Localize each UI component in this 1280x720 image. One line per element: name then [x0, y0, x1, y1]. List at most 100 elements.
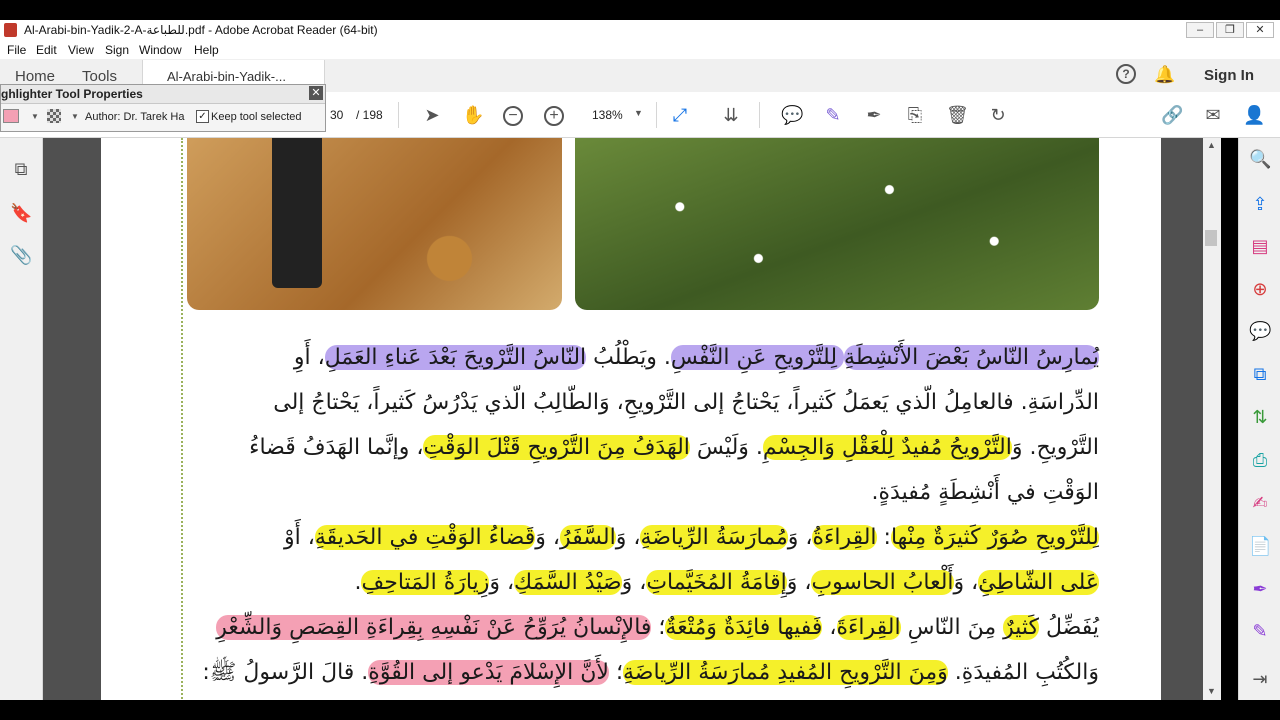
window-title: Al-Arabi-bin-Yadik-2-A-للطباعة.pdf - Ado… [24, 23, 378, 37]
create-pdf-icon[interactable]: ⊕ [1249, 278, 1271, 300]
compress-icon[interactable]: ⇅ [1249, 406, 1271, 428]
author-label: Author: Dr. Tarek Ha [85, 111, 185, 123]
scroll-down-arrow-icon[interactable]: ▼ [1207, 686, 1216, 696]
menu-bar: File Edit View Sign Window Help [0, 40, 1280, 59]
text-segment: ، وَ [621, 570, 647, 595]
scroll-mode-icon[interactable]: ⇊ [720, 104, 742, 126]
zoom-out-icon[interactable]: − [503, 106, 523, 126]
fill-sign-icon[interactable]: ✍ [1249, 492, 1271, 514]
highlighted-text: وَمِنَ التَّرْويحِ المُفيدِ مُمارَسَةُ ا… [622, 660, 948, 685]
menu-help[interactable]: Help [194, 43, 219, 57]
notification-bell-icon[interactable]: 🔔 [1154, 64, 1176, 86]
color-swatch[interactable] [3, 109, 19, 123]
email-icon[interactable]: ✉ [1202, 104, 1224, 126]
menu-sign[interactable]: Sign [105, 43, 129, 57]
stamp-icon[interactable]: ⎘ [904, 104, 926, 126]
highlighted-text: يُمارِسُ النّاسُ بَعْضَ الأَنْشِطَةِ [844, 345, 1099, 370]
tab-tools[interactable]: Tools [82, 68, 117, 85]
fit-page-icon[interactable]: ⤢ [669, 104, 691, 126]
highlighted-text: صَيْدُ السَّمَكِ [514, 570, 622, 595]
text-line: التَّرْويحِ. وَالتَّرْويحُ مُفيدٌ لِلْعَ… [187, 425, 1099, 470]
text-segment: ، وَ [786, 570, 812, 595]
draw-pen-icon[interactable]: ✒ [863, 104, 885, 126]
close-window-button[interactable]: ✕ [1246, 22, 1274, 38]
tab-home[interactable]: Home [15, 68, 55, 85]
text-segment: ، وَ [787, 525, 813, 550]
more-tools-icon[interactable]: ✎ [1249, 620, 1271, 642]
help-icon[interactable]: ? [1116, 64, 1136, 84]
highlighted-text: الهَدَفُ مِنَ التَّرْويحِ قَتْلَ الوَقْت… [423, 435, 690, 460]
add-user-icon[interactable]: 👤 [1243, 104, 1265, 126]
highlighted-text: عَلى الشّاطِئِ [978, 570, 1099, 595]
zoom-in-icon[interactable]: + [544, 106, 564, 126]
page-thumbnails-icon[interactable]: ⧉ [10, 158, 32, 180]
bookmark-icon[interactable]: 🔖 [10, 202, 32, 224]
highlighted-text: لأَنَّ الإِسْلامَ يَدْعو إلى القُوَّةِ [368, 660, 609, 685]
document-viewport[interactable]: يُمارِسُ النّاسُ بَعْضَ الأَنْشِطَةِ لِل… [43, 138, 1221, 700]
menu-file[interactable]: File [7, 43, 26, 57]
text-segment: ، [822, 615, 837, 640]
collapse-right-panel-icon[interactable]: ⇥ [1249, 668, 1271, 690]
select-pointer-icon[interactable]: ➤ [421, 104, 443, 126]
photo-daisy-field [575, 138, 1099, 310]
hand-tool-icon[interactable]: ✋ [462, 104, 484, 126]
maximize-button[interactable]: ❐ [1216, 22, 1244, 38]
text-segment: الوَقْتِ في أَنْشِطَةٍ مُفيدَةٍ. [871, 480, 1099, 505]
text-segment: . وَلَيْسَ [689, 435, 763, 460]
highlighted-text: السَّفَرُ [560, 525, 616, 550]
scan-icon[interactable]: ⎙ [1249, 449, 1271, 471]
text-line: لِلتَّرْويحِ صُوَرٌ كَثيرَةٌ مِنْها: الق… [187, 515, 1099, 560]
text-segment: ، وإنَّما الهَدَفُ قَضاءُ [249, 435, 424, 460]
comment-tool-icon[interactable]: 💬 [1249, 320, 1271, 342]
request-signature-icon[interactable]: ✒ [1249, 578, 1271, 600]
text-line: يُفَضِّلُ كَثيرٌ مِنَ النّاسِ القِراءَةَ… [187, 605, 1099, 650]
sign-in-link[interactable]: Sign In [1204, 67, 1254, 84]
menu-view[interactable]: View [68, 43, 94, 57]
color-dropdown-chevron-icon[interactable]: ▼ [31, 112, 39, 121]
highlighter-properties-panel: ghlighter Tool Properties ✕ ▼ ▼ Author: … [0, 84, 326, 132]
document-tab-label: Al-Arabi-bin-Yadik-... [167, 69, 286, 84]
menu-window[interactable]: Window [139, 43, 182, 57]
vertical-scrollbar[interactable]: ▲ ▼ [1203, 138, 1221, 700]
left-navigation-rail: ⧉ 🔖 📎 ◀ [0, 138, 54, 700]
panel-title: ghlighter Tool Properties [1, 87, 143, 101]
search-icon[interactable]: 🔍 [1249, 148, 1271, 170]
zoom-level-field[interactable]: 138% [592, 108, 623, 122]
text-segment: وَالكُتُبِ المُفيدَةِ. [947, 660, 1099, 685]
combine-files-icon[interactable]: ⧉ [1249, 363, 1271, 385]
title-bar: Al-Arabi-bin-Yadik-2-A-للطباعة.pdf - Ado… [0, 20, 1280, 40]
comment-icon[interactable]: 💬 [781, 104, 803, 126]
scrollbar-thumb[interactable] [1205, 230, 1217, 246]
highlighted-text: مُمارَسَةُ الرِّياضَةِ [640, 525, 788, 550]
link-icon[interactable]: 🔗 [1161, 104, 1183, 126]
export-pdf-icon[interactable]: ⇪ [1249, 193, 1271, 215]
photo-runner-autumn-leaves [187, 138, 562, 310]
organize-pages-icon[interactable]: ▤ [1249, 235, 1271, 257]
panel-header[interactable]: ghlighter Tool Properties ✕ [1, 85, 325, 104]
text-segment: يُفَضِّلُ [1039, 615, 1099, 640]
attachment-paperclip-icon[interactable]: 📎 [10, 244, 32, 266]
opacity-dropdown-chevron-icon[interactable]: ▼ [71, 112, 79, 121]
arabic-text-block: يُمارِسُ النّاسُ بَعْضَ الأَنْشِطَةِ لِل… [187, 335, 1099, 695]
menu-edit[interactable]: Edit [36, 43, 57, 57]
page-number-input[interactable]: 30 [330, 108, 343, 122]
text-segment: ؛ [651, 615, 666, 640]
text-segment: التَّرْويحِ. وَ [1011, 435, 1099, 460]
close-icon[interactable]: ✕ [309, 86, 323, 100]
minimize-button[interactable]: – [1186, 22, 1214, 38]
text-segment: ، وَ [535, 525, 560, 550]
text-line: الوَقْتِ في أَنْشِطَةٍ مُفيدَةٍ. [187, 470, 1099, 515]
zoom-dropdown-chevron-icon[interactable]: ▼ [634, 108, 643, 118]
rotate-icon[interactable]: ↻ [987, 104, 1009, 126]
page-margin-line [181, 138, 186, 700]
edit-pdf-icon[interactable]: 📄 [1249, 535, 1271, 557]
delete-trash-icon[interactable]: 🗑 [946, 104, 969, 126]
text-segment: ، أَوْ [284, 525, 315, 550]
opacity-icon[interactable] [47, 109, 61, 123]
scroll-up-arrow-icon[interactable]: ▲ [1207, 140, 1216, 150]
text-segment: ، وَ [953, 570, 979, 595]
highlighter-icon[interactable]: ✎ [822, 104, 844, 126]
text-line: يُمارِسُ النّاسُ بَعْضَ الأَنْشِطَةِ لِل… [187, 335, 1099, 380]
text-segment: ، وَ [489, 570, 515, 595]
keep-tool-checkbox[interactable]: ✓ [196, 110, 209, 123]
